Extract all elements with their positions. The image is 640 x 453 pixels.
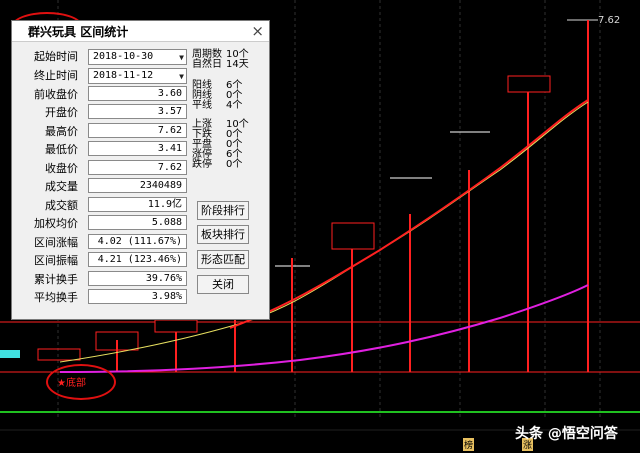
candle-2	[154, 319, 198, 333]
stat-natural-days: 自然日 14天	[192, 59, 249, 70]
label-open: 开盘价	[45, 106, 78, 119]
label-prev-close: 前收盘价	[34, 88, 78, 101]
end-date-picker[interactable]: 2018-11-12 ▼	[88, 68, 187, 84]
high-field: 7.62	[88, 123, 187, 138]
chevron-down-icon[interactable]: ▼	[179, 70, 184, 84]
candle-mid	[331, 222, 375, 250]
bottom-marker-rank: 榜	[463, 438, 474, 451]
stat-limit-down: 跌停 0个	[192, 159, 243, 170]
volume-field: 2340489	[88, 178, 187, 193]
watermark-text: 头条 @悟空问答	[515, 426, 618, 442]
label-turnover: 成交额	[45, 199, 78, 212]
label-weighted-avg: 加权均价	[34, 217, 78, 230]
pattern-match-button[interactable]: 形态匹配	[197, 250, 249, 269]
dialog-titlebar[interactable]: 群兴玩具 区间统计 ×	[12, 21, 269, 42]
high-price-label: 7.62	[598, 15, 621, 26]
low-field: 3.41	[88, 141, 187, 156]
prev-close-field: 3.60	[88, 86, 187, 101]
interval-amplitude-field: 4.21 (123.46%)	[88, 252, 187, 267]
stat-flat-candles: 平线 4个	[192, 100, 243, 111]
label-interval-amplitude: 区间振幅	[34, 254, 78, 267]
label-interval-change: 区间涨幅	[34, 236, 78, 249]
start-date-picker[interactable]: 2018-10-30 ▼	[88, 49, 187, 65]
end-date-value: 2018-11-12	[93, 70, 154, 81]
label-start-date: 起始时间	[34, 50, 78, 63]
candle-high	[507, 75, 551, 93]
chevron-down-icon[interactable]: ▼	[179, 51, 184, 65]
candle-0	[37, 348, 81, 361]
stage-ranking-button[interactable]: 阶段排行	[197, 201, 249, 220]
interval-change-field: 4.02 (111.67%)	[88, 234, 187, 249]
turnover-field: 11.9亿	[88, 197, 187, 212]
dialog-title: 群兴玩具 区间统计	[28, 23, 128, 40]
label-cumulative-turnover: 累计换手	[34, 273, 78, 286]
label-end-date: 终止时间	[34, 69, 78, 82]
interval-stats-dialog: 群兴玩具 区间统计 × 起始时间 终止时间 前收盘价 开盘价 最高价 最低价 收…	[11, 20, 270, 320]
dialog-title-text: 区间统计	[80, 25, 129, 39]
start-date-value: 2018-10-30	[93, 51, 154, 62]
label-average-turnover: 平均换手	[34, 291, 78, 304]
label-close: 收盘价	[45, 162, 78, 175]
candle-left-cyan	[0, 350, 20, 358]
weighted-avg-field: 5.088	[88, 215, 187, 230]
close-button[interactable]: 关闭	[197, 275, 249, 294]
label-volume: 成交量	[45, 180, 78, 193]
stock-name: 群兴玩具	[28, 25, 77, 39]
cumulative-turnover-field: 39.76%	[88, 271, 187, 286]
label-high: 最高价	[45, 125, 78, 138]
average-turnover-field: 3.98%	[88, 289, 187, 304]
close-icon[interactable]: ×	[251, 21, 264, 41]
annotation-oval-bottom	[46, 364, 116, 400]
close-field: 7.62	[88, 160, 187, 175]
label-low: 最低价	[45, 143, 78, 156]
open-field: 3.57	[88, 104, 187, 119]
sector-ranking-button[interactable]: 板块排行	[197, 225, 249, 244]
